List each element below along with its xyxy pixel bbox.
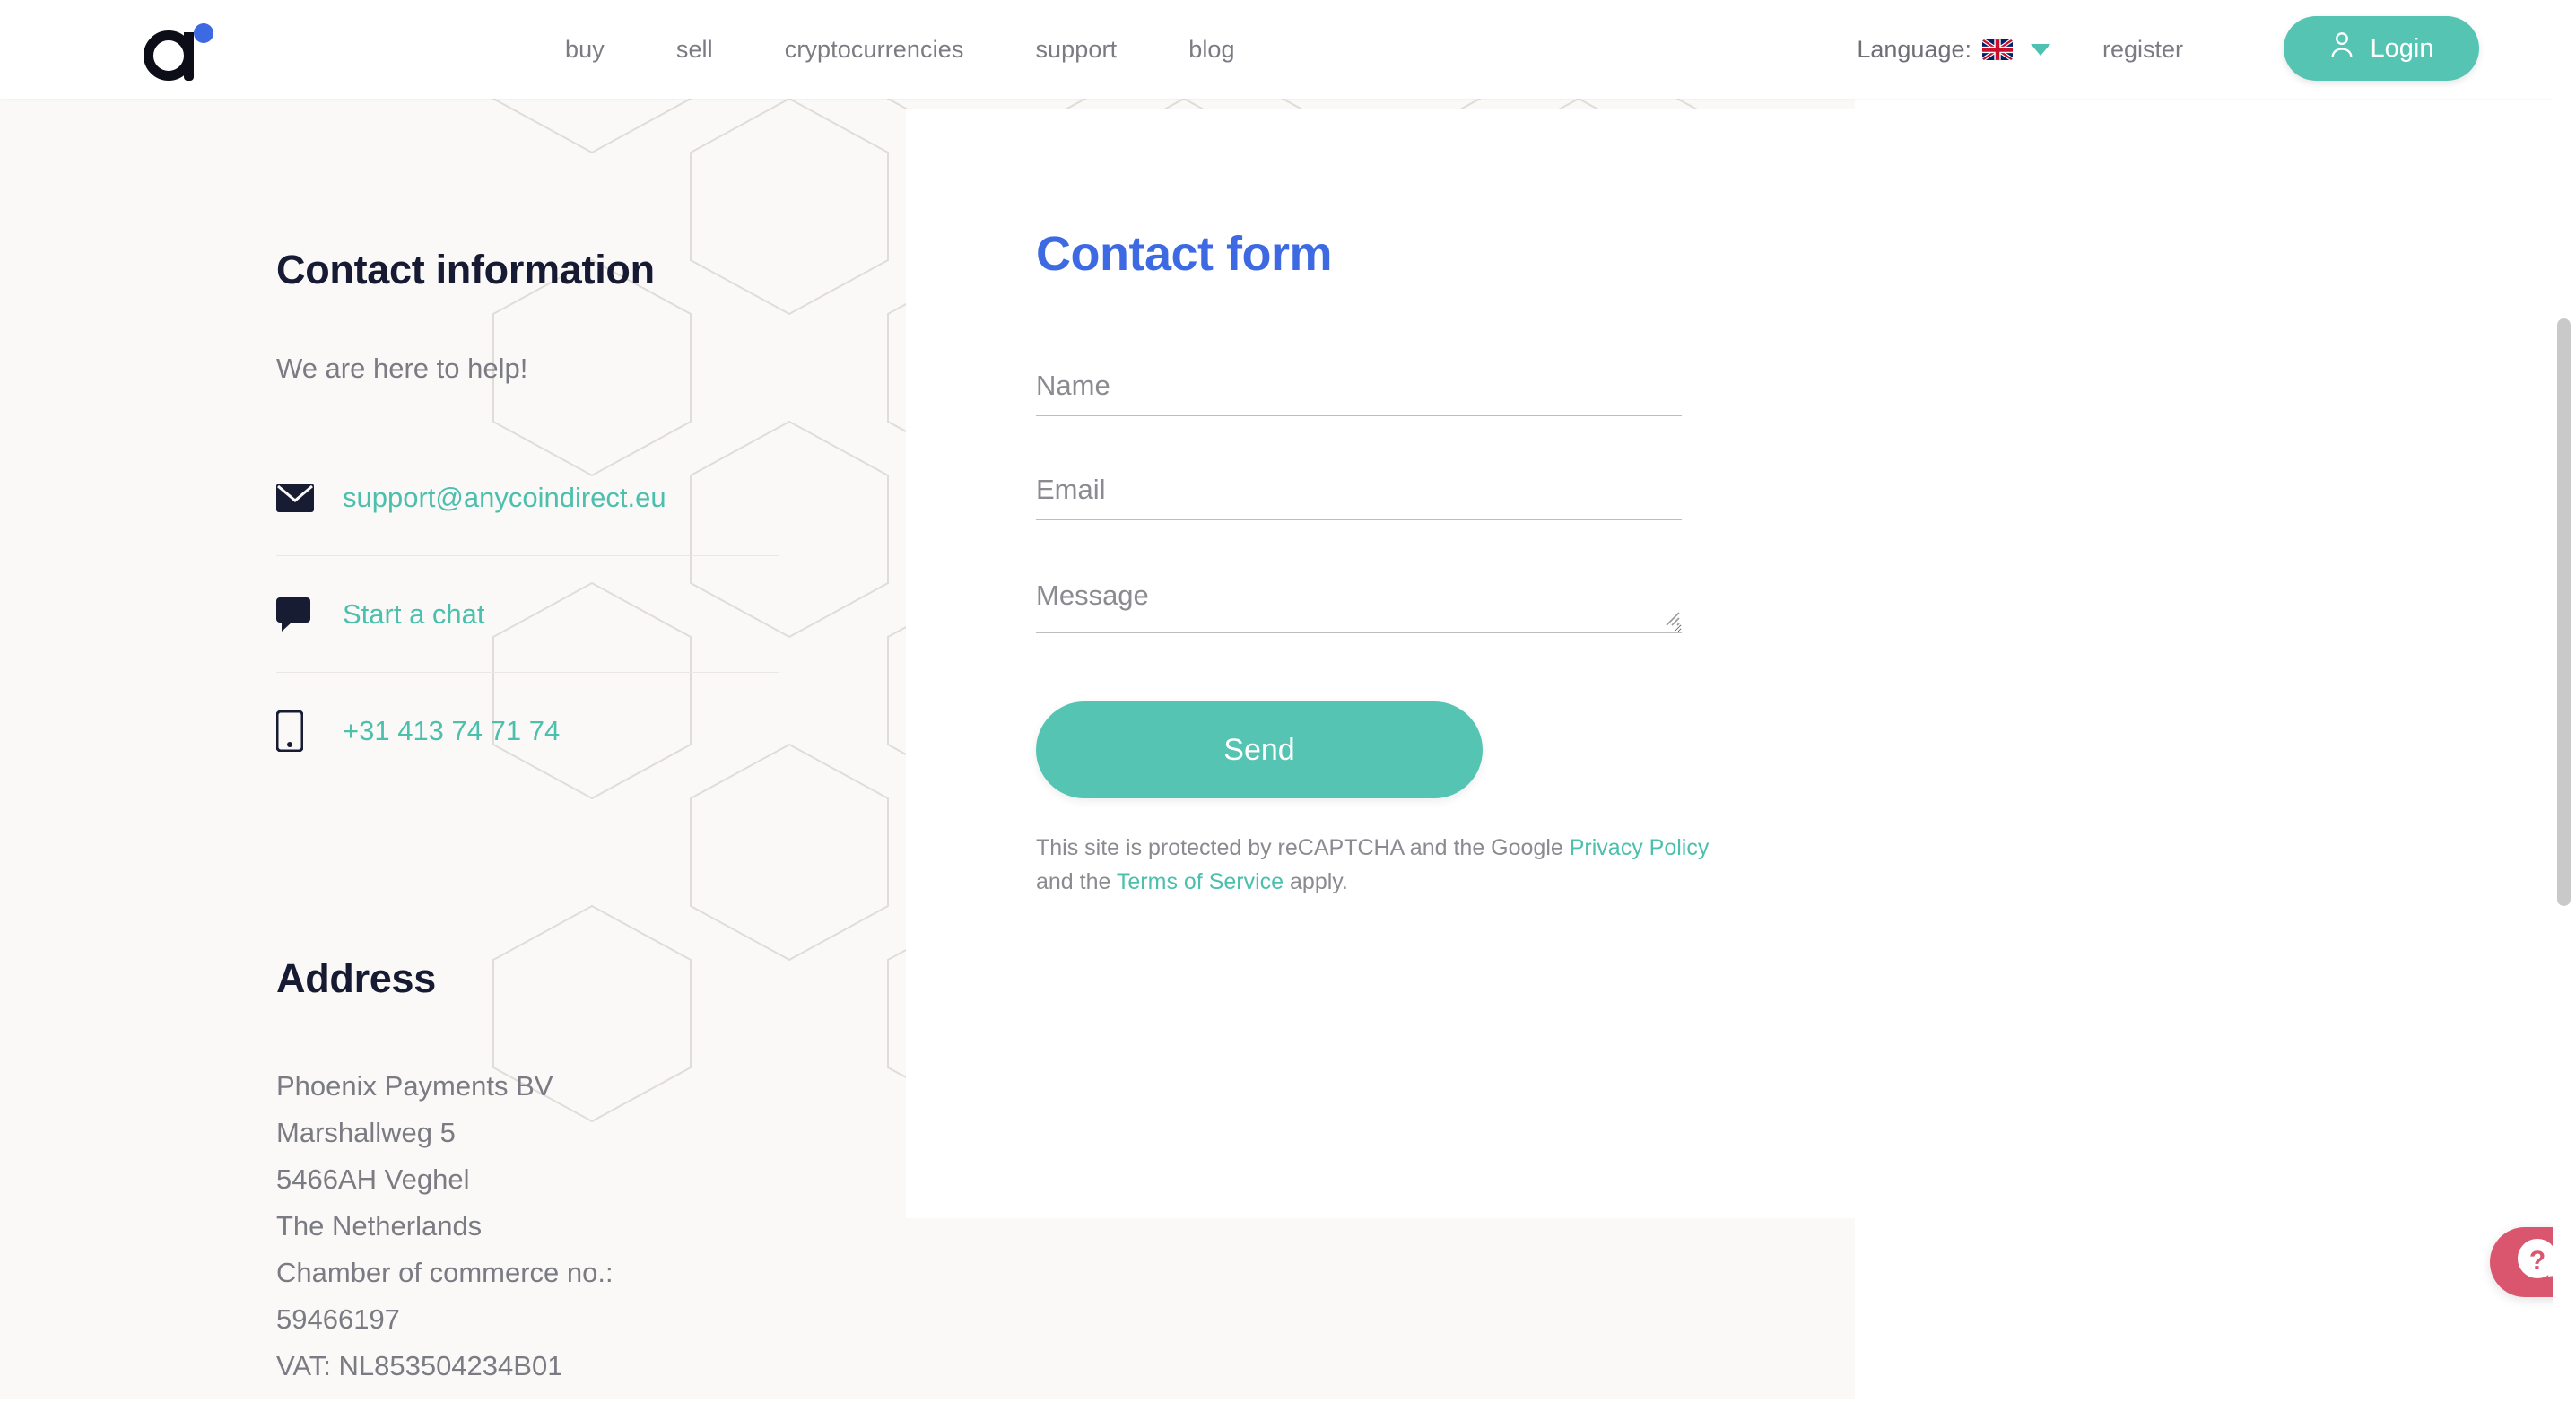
nav-item-support[interactable]: support [999, 36, 1153, 64]
address-line: Phoenix Payments BV [276, 1070, 553, 1102]
chevron-down-icon[interactable] [2031, 43, 2050, 56]
recaptcha-prefix: This site is protected by reCAPTCHA and … [1036, 835, 1570, 860]
mobile-phone-icon [276, 710, 343, 752]
nav-item-blog[interactable]: blog [1153, 36, 1270, 64]
contact-information-column: Contact information We are here to help!… [0, 99, 906, 1403]
chat-bubble-icon [276, 597, 343, 632]
contact-row-phone[interactable]: +31 413 74 71 74 [276, 673, 779, 789]
logo-dot [194, 23, 213, 43]
scrollbar-thumb[interactable] [2557, 318, 2571, 906]
svg-text:?: ? [2529, 1246, 2546, 1276]
message-textarea[interactable] [1036, 576, 1682, 633]
recaptcha-middle: and the [1036, 869, 1117, 894]
contact-form-card: Contact form Send This site is protected… [906, 109, 2445, 1218]
address-line: 59466197 [276, 1303, 400, 1335]
contact-row-chat[interactable]: Start a chat [276, 556, 779, 673]
contact-information-title: Contact information [276, 247, 655, 292]
address-line: The Netherlands [276, 1210, 483, 1242]
envelope-icon [276, 483, 343, 512]
contact-page: buy sell cryptocurrencies support blog L… [0, 0, 2576, 1403]
address-line: Chamber of commerce no.: [276, 1257, 614, 1288]
name-field-wrapper [1036, 368, 1682, 416]
nav-item-cryptocurrencies[interactable]: cryptocurrencies [749, 36, 1000, 64]
recaptcha-notice: This site is protected by reCAPTCHA and … [1036, 831, 1718, 899]
login-button-label: Login [2370, 33, 2434, 63]
contact-methods-list: support@anycoindirect.eu Start a chat +3… [276, 440, 779, 789]
start-chat-link[interactable]: Start a chat [343, 598, 485, 631]
address-body: Phoenix Payments BV Marshallweg 5 5466AH… [276, 1063, 614, 1390]
user-icon [2329, 31, 2354, 65]
email-link[interactable]: support@anycoindirect.eu [343, 482, 666, 514]
nav-item-sell[interactable]: sell [640, 36, 749, 64]
address-line: 5466AH Veghel [276, 1163, 470, 1195]
name-input[interactable] [1036, 368, 1682, 416]
contact-row-email[interactable]: support@anycoindirect.eu [276, 440, 779, 556]
register-link[interactable]: register [2102, 0, 2183, 99]
send-button[interactable]: Send [1036, 702, 1483, 798]
site-header: buy sell cryptocurrencies support blog L… [0, 0, 2576, 99]
main-nav: buy sell cryptocurrencies support blog [529, 0, 1271, 99]
language-selector[interactable]: Language: [1857, 0, 2050, 99]
nav-item-buy[interactable]: buy [529, 36, 640, 64]
address-title: Address [276, 955, 436, 1001]
address-line: VAT: NL853504234B01 [276, 1350, 563, 1381]
address-line: Marshallweg 5 [276, 1117, 456, 1148]
logo-stem [184, 32, 194, 81]
anycoin-direct-logo[interactable] [144, 16, 213, 84]
email-input[interactable] [1036, 472, 1682, 520]
contact-form-title: Contact form [1036, 227, 1333, 281]
privacy-policy-link[interactable]: Privacy Policy [1570, 835, 1710, 860]
email-field-wrapper [1036, 472, 1682, 520]
login-button[interactable]: Login [2284, 16, 2479, 81]
contact-information-subtitle: We are here to help! [276, 353, 528, 384]
language-label: Language: [1857, 35, 1971, 63]
contact-form: Contact form Send This site is protected… [1036, 226, 1709, 899]
terms-of-service-link[interactable]: Terms of Service [1117, 869, 1284, 894]
uk-flag-icon [1982, 39, 2013, 60]
phone-link[interactable]: +31 413 74 71 74 [343, 715, 560, 747]
recaptcha-suffix: apply. [1284, 869, 1348, 894]
message-field-wrapper [1036, 576, 1682, 633]
